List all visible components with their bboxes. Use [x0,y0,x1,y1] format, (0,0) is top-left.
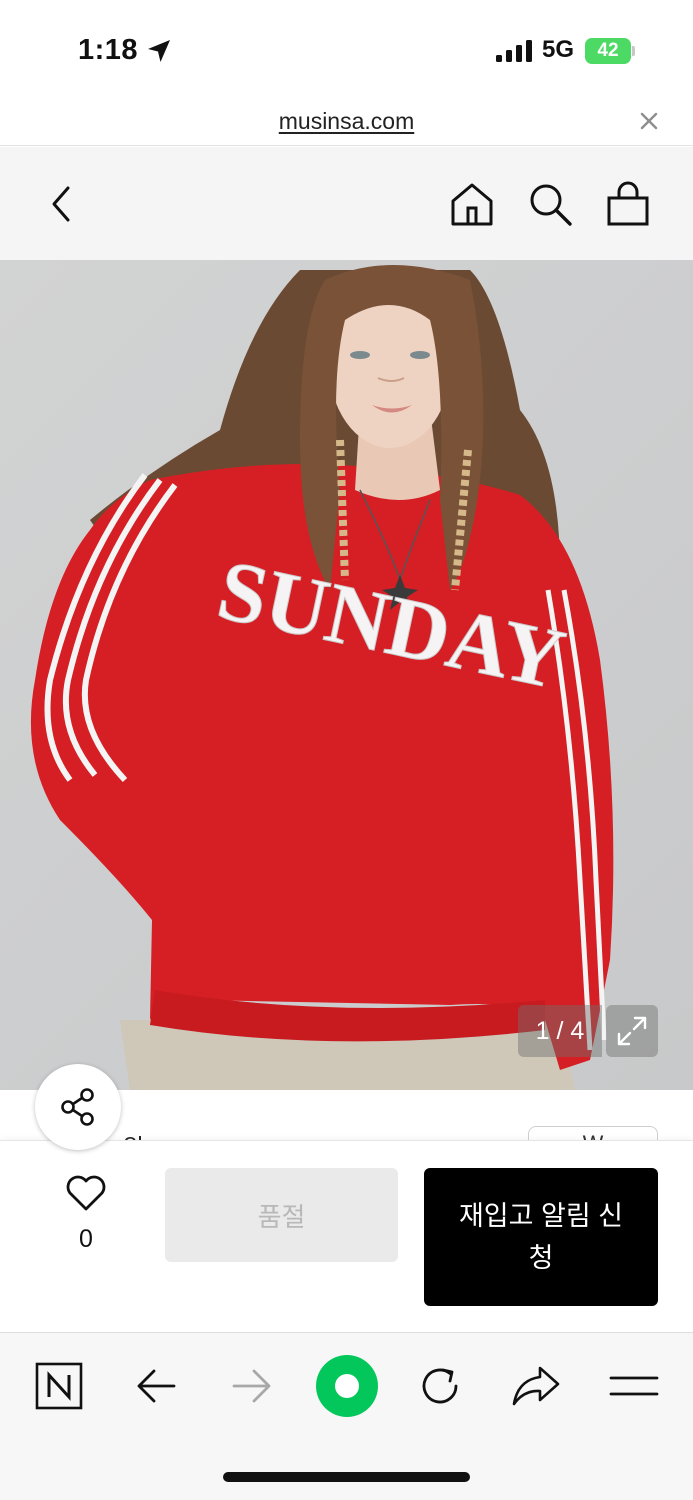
price-pill: ₩ [528,1126,658,1140]
expand-icon [617,1016,647,1046]
browser-forward-button[interactable] [222,1353,282,1419]
battery-charging-icon: 42 [585,38,635,64]
like-count: 0 [79,1225,93,1253]
naver-n-icon [35,1362,83,1410]
search-button[interactable] [524,179,576,229]
soldout-button: 품절 [165,1168,398,1262]
product-photo: SUNDAY [30,265,614,1090]
chevron-left-icon [52,186,70,222]
expand-button[interactable] [606,1005,658,1057]
purchase-action-bar: 0 품절 재입고 알림 신청 [0,1140,693,1332]
home-icon [451,183,493,226]
share-page-button[interactable] [506,1353,566,1419]
brand-name[interactable]: 위 [122,1128,144,1140]
reload-button[interactable] [410,1353,470,1419]
cart-button[interactable] [602,179,654,229]
forward-arrow-icon [232,1369,271,1403]
heart-icon [66,1175,106,1211]
restock-alert-button[interactable]: 재입고 알림 신청 [424,1168,658,1306]
close-icon[interactable] [636,108,662,134]
shopping-bag-icon [607,181,649,226]
status-bar: 1:18 5G 42 [0,0,693,100]
menu-button[interactable] [604,1353,664,1419]
search-icon [530,184,572,226]
share-button[interactable] [35,1064,121,1150]
status-time: 1:18 [78,34,139,66]
home-indicator [223,1472,470,1482]
network-type: 5G [542,36,575,63]
location-arrow-icon [148,40,170,62]
reload-icon [422,1368,458,1404]
signal-bars-icon [496,40,532,62]
naver-button[interactable] [29,1353,89,1419]
like-button[interactable]: 0 [56,1171,116,1257]
product-image[interactable]: SUNDAY 1 / 4 [0,260,693,1090]
home-button[interactable] [446,179,498,229]
site-header [0,147,693,260]
address-bar[interactable]: musinsa.com [0,100,693,146]
back-button[interactable] [38,179,84,229]
share-arrow-icon [512,1366,560,1406]
menu-icon [609,1376,659,1396]
image-counter: 1 / 4 [518,1005,602,1057]
url-text[interactable]: musinsa.com [0,108,693,135]
green-home-button[interactable] [312,1351,382,1421]
back-arrow-icon [137,1369,176,1403]
browser-back-button[interactable] [126,1353,186,1419]
green-circle-icon [316,1355,378,1417]
share-icon [61,1088,94,1126]
battery-level: 42 [597,40,619,61]
